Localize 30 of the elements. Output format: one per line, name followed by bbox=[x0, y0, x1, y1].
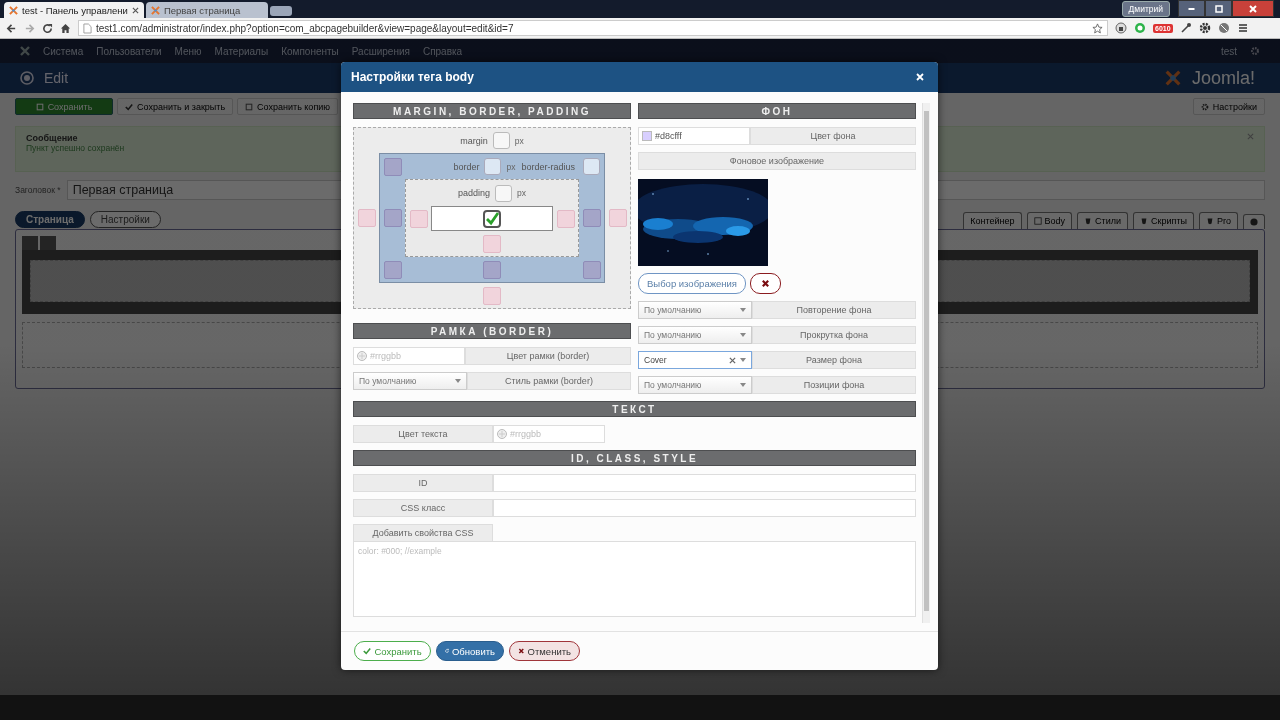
field-label: Повторение фона bbox=[752, 301, 916, 319]
field-label: Добавить свойства CSS bbox=[353, 524, 493, 541]
section-heading: ТЕКСТ bbox=[353, 401, 916, 417]
field-label: Цвет фона bbox=[750, 127, 916, 145]
unit-label: px bbox=[517, 188, 526, 198]
message-text: Пункт успешно сохранён bbox=[26, 143, 125, 153]
margin-label: margin bbox=[460, 135, 488, 146]
field-label: Стиль рамки (border) bbox=[467, 372, 631, 390]
radius-label: border-radius bbox=[521, 161, 575, 172]
field-label: Фоновое изображение bbox=[638, 152, 916, 170]
field-label: Заголовок * bbox=[15, 185, 61, 195]
section-heading: ID, CLASS, STYLE bbox=[353, 450, 916, 466]
field-label: ID bbox=[353, 474, 493, 492]
unit-label: px bbox=[506, 161, 516, 172]
message-title: Сообщение bbox=[26, 133, 79, 143]
page-title: Edit bbox=[44, 70, 69, 86]
field-label: Прокрутка фона bbox=[752, 326, 916, 344]
section-heading: MARGIN, BORDER, PADDING bbox=[353, 103, 631, 119]
field-label: Цвет рамки (border) bbox=[465, 347, 631, 365]
unit-label: px bbox=[514, 135, 524, 146]
section-heading: РАМКА (BORDER) bbox=[353, 323, 631, 339]
field-label: Позиции фона bbox=[752, 376, 916, 394]
border-label: border bbox=[453, 161, 480, 172]
field-label: CSS класс bbox=[353, 499, 493, 517]
padding-label: padding bbox=[458, 188, 491, 198]
field-label: Размер фона bbox=[752, 351, 916, 369]
joomla-logo: Joomla! bbox=[1191, 67, 1255, 89]
dialog-title: Настройки тега body bbox=[351, 70, 474, 84]
section-heading: ФОН bbox=[638, 103, 916, 119]
field-label: Цвет текста bbox=[353, 425, 493, 443]
